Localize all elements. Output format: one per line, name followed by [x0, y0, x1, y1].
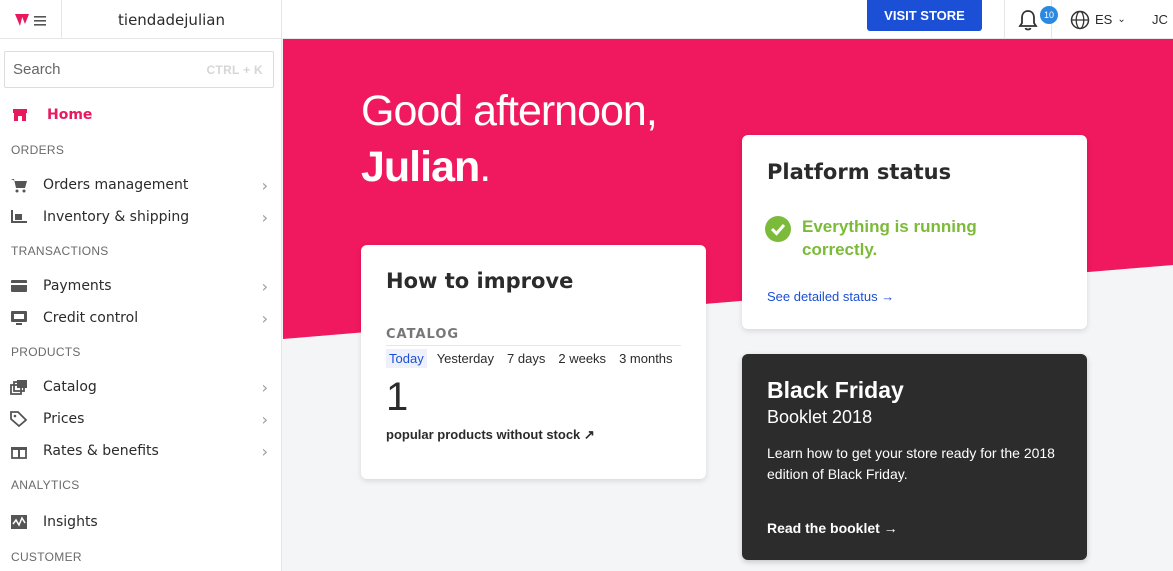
- user-avatar[interactable]: JC: [1152, 0, 1168, 39]
- chart-icon: [10, 513, 28, 531]
- sidebar-item-label: Prices: [43, 411, 85, 427]
- monitor-icon: [10, 309, 28, 327]
- language-code: ES: [1095, 12, 1113, 27]
- read-booklet-link[interactable]: Read the booklet →: [767, 520, 898, 536]
- section-products: PRODUCTS: [11, 345, 81, 359]
- section-analytics: ANALYTICS: [11, 478, 80, 492]
- status-ok: Everything is running correctly.: [764, 215, 1022, 261]
- divider: [386, 345, 681, 346]
- chevron-right-icon: ›: [261, 175, 268, 195]
- chevron-right-icon: ›: [261, 441, 268, 461]
- tab-7-days[interactable]: 7 days: [504, 349, 548, 368]
- chevron-right-icon: ›: [261, 409, 268, 429]
- chevron-right-icon: ›: [261, 377, 268, 397]
- sidebar-item-rates-benefits[interactable]: Rates & benefits ›: [10, 439, 272, 463]
- catalog-icon: [10, 378, 28, 396]
- sidebar-item-label: Orders management: [43, 177, 189, 193]
- tab-2-weeks[interactable]: 2 weeks: [555, 349, 609, 368]
- popular-products-link[interactable]: popular products without stock ↗: [386, 427, 595, 443]
- sidebar-item-label: Payments: [43, 278, 112, 294]
- sidebar-item-orders-management[interactable]: Orders management ›: [10, 173, 272, 197]
- brand-logo[interactable]: [0, 0, 62, 39]
- platform-status-card: Platform status Everything is running co…: [742, 135, 1087, 329]
- card-subtitle: Booklet 2018: [767, 407, 873, 427]
- period-tabs: Today Yesterday 7 days 2 weeks 3 months: [386, 349, 676, 368]
- card-title: Black Friday: [767, 377, 904, 403]
- dolly-icon: [10, 208, 28, 226]
- tab-today[interactable]: Today: [386, 349, 427, 368]
- globe-icon: [1070, 10, 1090, 29]
- sidebar-item-label: Catalog: [43, 379, 97, 395]
- bell-icon: [1018, 9, 1038, 30]
- chevron-down-icon: ⌄: [1117, 14, 1126, 25]
- cart-icon: [10, 176, 28, 194]
- search-shortcut-hint: CTRL + K: [206, 62, 263, 77]
- card-title: Platform status: [767, 160, 952, 184]
- section-transactions: TRANSACTIONS: [11, 244, 109, 258]
- black-friday-card: Black Friday Booklet 2018 Learn how to g…: [742, 354, 1087, 560]
- detailed-status-link[interactable]: See detailed status →: [767, 289, 894, 304]
- top-bar: tiendadejulian VISIT STORE 10 ES ⌄ JC: [0, 0, 1173, 39]
- gift-icon: [10, 442, 28, 460]
- check-circle-icon: [765, 216, 791, 242]
- greeting-line: Good afternoon,: [361, 87, 658, 135]
- sidebar-item-insights[interactable]: Insights: [10, 510, 272, 534]
- search-input[interactable]: [13, 61, 173, 78]
- language-selector[interactable]: ES ⌄: [1070, 0, 1126, 39]
- how-to-improve-card: How to improve CATALOG Today Yesterday 7…: [361, 245, 706, 479]
- brand-logo-icon: [14, 13, 46, 26]
- tag-icon: [10, 410, 28, 428]
- chevron-right-icon: ›: [261, 308, 268, 328]
- notification-count-badge: 10: [1040, 5, 1058, 24]
- chevron-right-icon: ›: [261, 207, 268, 227]
- store-icon: [13, 109, 27, 121]
- tab-yesterday[interactable]: Yesterday: [434, 349, 497, 368]
- sidebar-item-label: Insights: [43, 514, 98, 530]
- section-orders: ORDERS: [11, 143, 65, 157]
- sidebar-item-label: Inventory & shipping: [43, 209, 190, 225]
- sidebar-item-catalog[interactable]: Catalog ›: [10, 375, 272, 399]
- greeting-name-line: Julian.: [361, 143, 491, 192]
- catalog-section-label: CATALOG: [386, 327, 460, 342]
- status-message: Everything is running correctly.: [802, 217, 977, 259]
- sidebar-item-prices[interactable]: Prices ›: [10, 407, 272, 431]
- chevron-right-icon: ›: [261, 276, 268, 296]
- sidebar-item-label: Rates & benefits: [43, 443, 159, 459]
- greeting-period: .: [479, 143, 491, 191]
- sidebar-item-home[interactable]: Home: [12, 104, 92, 126]
- sidebar-item-credit-control[interactable]: Credit control ›: [10, 306, 272, 330]
- dashboard-main: Good afternoon, Julian. How to improve C…: [283, 39, 1173, 571]
- sidebar-item-payments[interactable]: Payments ›: [10, 274, 272, 298]
- section-customer: CUSTOMER: [11, 550, 82, 564]
- tab-3-months[interactable]: 3 months: [616, 349, 675, 368]
- visit-store-button[interactable]: VISIT STORE: [867, 0, 982, 31]
- sidebar-item-label: Credit control: [43, 310, 139, 326]
- credit-card-icon: [10, 277, 28, 295]
- notifications-button[interactable]: 10: [1004, 0, 1058, 39]
- card-title: How to improve: [386, 269, 574, 293]
- greeting-name: Julian: [361, 143, 480, 191]
- metric-value: 1: [386, 375, 409, 419]
- search-box[interactable]: CTRL + K: [4, 51, 274, 88]
- sidebar-item-inventory-shipping[interactable]: Inventory & shipping ›: [10, 205, 272, 229]
- sidebar: CTRL + K Home ORDERS Orders management ›…: [0, 39, 282, 571]
- sidebar-item-label: Home: [47, 107, 93, 123]
- card-description: Learn how to get your store ready for th…: [767, 445, 1055, 482]
- store-name[interactable]: tiendadejulian: [62, 0, 282, 39]
